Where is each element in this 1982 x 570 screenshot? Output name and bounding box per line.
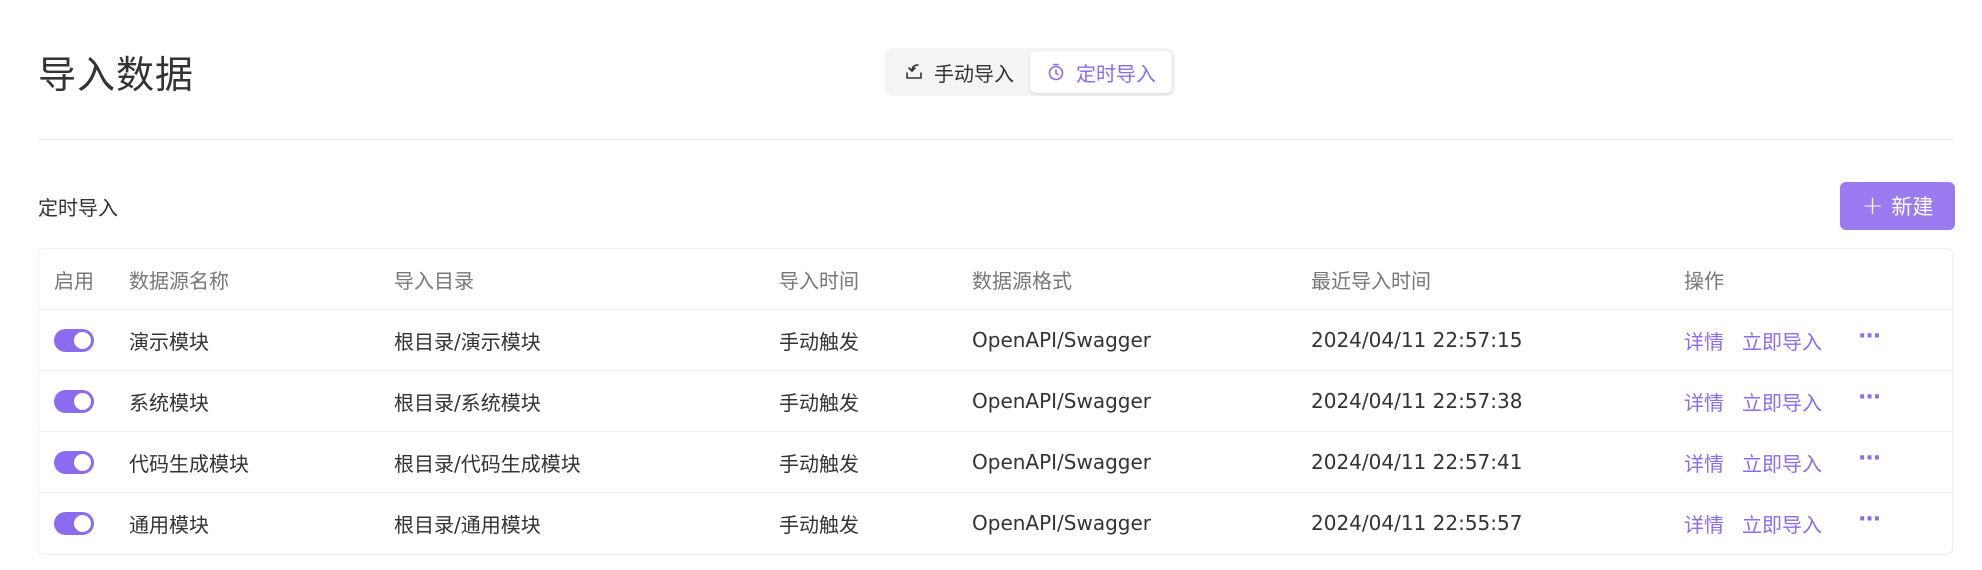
import-mode-switch: 手动导入 定时导入	[885, 48, 1175, 96]
row-actions: 详情 立即导入 ···	[1684, 371, 1881, 431]
page-header: 导入数据 手动导入 定时导入	[38, 0, 1954, 140]
page-title: 导入数据	[38, 53, 195, 97]
scheduled-import-table: 启用 数据源名称 导入目录 导入时间 数据源格式 最近导入时间 操作 演示模块 …	[38, 248, 1953, 555]
enable-cell	[54, 493, 94, 553]
plus-icon: +	[1861, 191, 1884, 221]
row-actions: 详情 立即导入 ···	[1684, 432, 1881, 492]
recent-import-time: 2024/04/11 22:55:57	[1311, 511, 1523, 535]
source-format: OpenAPI/Swagger	[972, 328, 1152, 352]
source-format: OpenAPI/Swagger	[972, 389, 1152, 413]
import-now-link[interactable]: 立即导入	[1742, 448, 1822, 477]
source-name: 通用模块	[129, 512, 209, 537]
tab-manual-import-label: 手动导入	[934, 61, 1014, 86]
import-time: 手动触发	[779, 390, 859, 415]
import-time: 手动触发	[779, 329, 859, 354]
column-header-recent-import[interactable]: 最近导入时间	[1311, 249, 1431, 309]
import-directory: 根目录/通用模块	[394, 512, 541, 537]
source-name: 演示模块	[129, 329, 209, 354]
import-icon	[904, 62, 924, 82]
toggle-knob	[74, 392, 91, 410]
more-icon[interactable]: ···	[1858, 324, 1881, 349]
detail-link[interactable]: 详情	[1684, 509, 1724, 538]
column-header-directory[interactable]: 导入目录	[394, 249, 474, 309]
source-format: OpenAPI/Swagger	[972, 450, 1152, 474]
recent-import-time: 2024/04/11 22:57:38	[1311, 389, 1523, 413]
table-row: 演示模块 根目录/演示模块 手动触发 OpenAPI/Swagger 2024/…	[39, 310, 1952, 371]
import-directory: 根目录/系统模块	[394, 390, 541, 415]
table-row: 通用模块 根目录/通用模块 手动触发 OpenAPI/Swagger 2024/…	[39, 493, 1952, 554]
column-header-actions: 操作	[1684, 268, 1724, 293]
toggle-knob	[74, 331, 91, 349]
import-now-link[interactable]: 立即导入	[1742, 326, 1822, 355]
import-now-link[interactable]: 立即导入	[1742, 509, 1822, 538]
tab-scheduled-import[interactable]: 定时导入	[1030, 51, 1172, 93]
source-name: 系统模块	[129, 390, 209, 415]
recent-import-time: 2024/04/11 22:57:15	[1311, 328, 1523, 352]
enable-cell	[54, 432, 94, 492]
import-now-link[interactable]: 立即导入	[1742, 387, 1822, 416]
detail-link[interactable]: 详情	[1684, 326, 1724, 355]
more-icon[interactable]: ···	[1858, 507, 1881, 532]
import-data-page: 导入数据 手动导入 定时导入 定时导入 + 新建 启用 数据源名称 导入目录 导…	[0, 0, 1982, 570]
more-icon[interactable]: ···	[1858, 385, 1881, 410]
row-actions: 详情 立即导入 ···	[1684, 310, 1881, 370]
table-row: 系统模块 根目录/系统模块 手动触发 OpenAPI/Swagger 2024/…	[39, 371, 1952, 432]
import-directory: 根目录/演示模块	[394, 329, 541, 354]
toggle-knob	[74, 514, 91, 532]
enable-toggle[interactable]	[54, 511, 94, 535]
import-directory: 根目录/代码生成模块	[394, 451, 581, 476]
enable-toggle[interactable]	[54, 328, 94, 352]
enable-cell	[54, 310, 94, 370]
column-header-import-time[interactable]: 导入时间	[779, 249, 859, 309]
column-header-enable[interactable]: 启用	[54, 249, 94, 309]
enable-toggle[interactable]	[54, 450, 94, 474]
column-header-name[interactable]: 数据源名称	[129, 249, 229, 309]
more-icon[interactable]: ···	[1858, 446, 1881, 471]
source-name: 代码生成模块	[129, 451, 249, 476]
detail-link[interactable]: 详情	[1684, 448, 1724, 477]
table-row: 代码生成模块 根目录/代码生成模块 手动触发 OpenAPI/Swagger 2…	[39, 432, 1952, 493]
new-button[interactable]: + 新建	[1840, 182, 1955, 230]
column-header-format[interactable]: 数据源格式	[972, 249, 1072, 309]
new-button-label: 新建	[1891, 195, 1934, 219]
import-time: 手动触发	[779, 451, 859, 476]
toggle-knob	[74, 453, 91, 471]
table-header-row: 启用 数据源名称 导入目录 导入时间 数据源格式 最近导入时间 操作	[39, 249, 1952, 310]
detail-link[interactable]: 详情	[1684, 387, 1724, 416]
timer-icon	[1046, 62, 1066, 82]
section-title: 定时导入	[38, 196, 118, 220]
source-format: OpenAPI/Swagger	[972, 511, 1152, 535]
tab-manual-import[interactable]: 手动导入	[888, 51, 1030, 93]
import-time: 手动触发	[779, 512, 859, 537]
enable-cell	[54, 371, 94, 431]
tab-scheduled-import-label: 定时导入	[1076, 61, 1156, 86]
recent-import-time: 2024/04/11 22:57:41	[1311, 450, 1523, 474]
row-actions: 详情 立即导入 ···	[1684, 493, 1881, 553]
enable-toggle[interactable]	[54, 389, 94, 413]
